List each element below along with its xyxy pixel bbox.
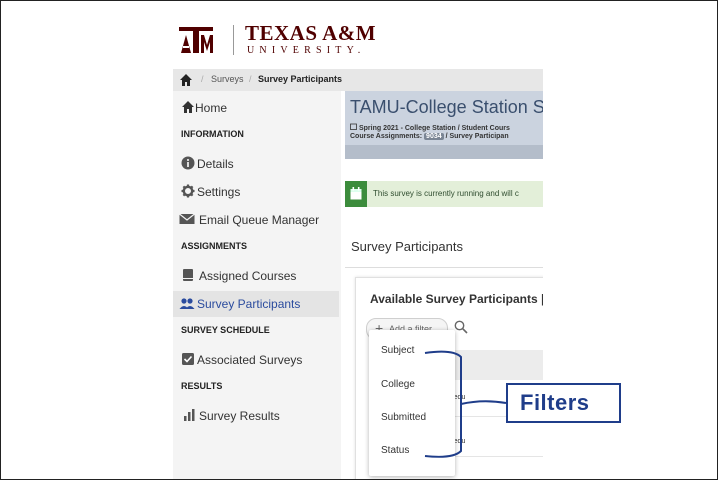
survey-assignments: Course Assignments: 9034 / Survey Partic… [350, 133, 509, 140]
row-divider [452, 456, 543, 457]
calendar-icon [350, 123, 357, 130]
breadcrumb-separator: / [249, 74, 252, 84]
gear-icon [181, 184, 195, 198]
card-title: Available Survey Participants | [370, 292, 543, 306]
breadcrumb-surveys[interactable]: Surveys [211, 74, 244, 84]
survey-banner: TAMU-College Station St Spring 2021 - Co… [345, 91, 543, 159]
breadcrumb-separator: / [201, 74, 204, 84]
sidebar-item-home[interactable]: Home [173, 95, 339, 121]
breadcrumb-current: Survey Participants [258, 74, 343, 84]
filter-option-college[interactable]: College [381, 379, 415, 390]
running-notice: This survey is currently running and wil… [345, 181, 543, 207]
notice-text: This survey is currently running and wil… [373, 189, 519, 198]
assignments-label: Course Assignments: [350, 133, 423, 140]
home-icon[interactable] [179, 73, 193, 87]
filters-callout: Filters [506, 383, 621, 423]
survey-term: Spring 2021 - College Station / Student … [350, 123, 510, 132]
screenshot: TEXAS A&M UNIVERSITY. / Surveys / Survey… [173, 15, 543, 479]
banner-shade [345, 145, 543, 159]
filter-dropdown: Subject College Submitted Status [369, 330, 455, 476]
filter-option-submitted[interactable]: Submitted [381, 412, 426, 423]
sidebar-item-label: Details [197, 157, 234, 171]
envelope-icon [179, 213, 195, 224]
checkbox-icon [182, 353, 194, 365]
breadcrumb: / Surveys / Survey Participants [173, 69, 543, 91]
sidebar-item-survey-results[interactable]: Survey Results [173, 403, 339, 429]
filter-option-subject[interactable]: Subject [381, 345, 414, 356]
notice-icon-box [345, 181, 367, 207]
book-icon [183, 269, 193, 281]
survey-title: TAMU-College Station St [350, 97, 543, 117]
sidebar-item-settings[interactable]: Settings [173, 179, 339, 205]
sidebar-item-details[interactable]: Details [173, 151, 339, 177]
calendar-icon [350, 187, 362, 200]
sidebar-item-associated-surveys[interactable]: Associated Surveys [173, 347, 339, 373]
sidebar-item-label: Associated Surveys [197, 353, 303, 367]
sidebar-section-information: INFORMATION [181, 129, 244, 139]
sidebar-item-label: Assigned Courses [199, 269, 297, 283]
filters-callout-label: Filters [520, 390, 590, 415]
users-icon [179, 298, 195, 309]
sidebar-item-label: Home [195, 101, 228, 115]
filter-option-status[interactable]: Status [381, 445, 409, 456]
assignments-suffix: / Survey Participan [445, 133, 509, 140]
sidebar-section-assignments: ASSIGNMENTS [181, 241, 248, 251]
assignments-count-badge: 9034 [424, 133, 444, 140]
bar-chart-icon [184, 409, 195, 421]
logo-name: TEXAS A&M [245, 21, 377, 45]
search-icon[interactable] [454, 320, 468, 334]
sidebar-item-label: Survey Participants [197, 297, 301, 311]
sidebar: Home INFORMATION Details Settings Email … [173, 91, 341, 479]
survey-term-text: Spring 2021 - College Station / Student … [358, 125, 510, 132]
home-icon [182, 101, 194, 113]
sidebar-item-survey-participants[interactable]: Survey Participants [173, 291, 339, 317]
sidebar-section-results: RESULTS [181, 381, 223, 391]
section-divider [345, 267, 543, 268]
logo-subtitle: UNIVERSITY. [247, 45, 366, 56]
atm-logo-icon [179, 27, 213, 53]
slide-frame: TEXAS A&M UNIVERSITY. / Surveys / Survey… [0, 0, 718, 480]
sidebar-item-label: Email Queue Manager [199, 213, 320, 227]
sidebar-item-assigned-courses[interactable]: Assigned Courses [173, 263, 339, 289]
logo-divider [233, 25, 234, 55]
sidebar-item-label: Survey Results [199, 409, 280, 423]
table-header [452, 350, 543, 380]
section-title: Survey Participants [351, 239, 463, 254]
university-logo[interactable]: TEXAS A&M UNIVERSITY. [173, 15, 543, 65]
info-icon [181, 156, 195, 170]
sidebar-section-survey-schedule: SURVEY SCHEDULE [181, 325, 270, 335]
sidebar-item-email-queue[interactable]: Email Queue Manager [173, 207, 339, 233]
sidebar-item-label: Settings [197, 185, 241, 199]
